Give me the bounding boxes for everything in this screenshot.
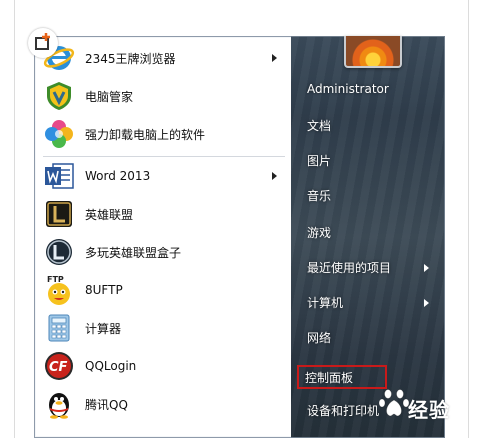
svg-text:CF: CF bbox=[49, 360, 68, 375]
music-link[interactable]: 音乐 bbox=[301, 184, 437, 208]
program-label: 强力卸载电脑上的软件 bbox=[85, 127, 206, 142]
right-item-label: 文档 bbox=[307, 119, 332, 133]
calculator-icon bbox=[43, 312, 75, 344]
pinwheel-icon bbox=[43, 118, 75, 150]
lol-icon bbox=[43, 198, 75, 230]
program-label: 腾讯QQ bbox=[85, 397, 128, 412]
qq-penguin-icon bbox=[43, 388, 75, 420]
word-icon bbox=[43, 160, 75, 192]
frame-left-line bbox=[14, 0, 15, 438]
program-item-uninstaller[interactable]: 强力卸载电脑上的软件 bbox=[41, 117, 287, 151]
program-label: QQLogin bbox=[85, 359, 137, 373]
right-item-label: 计算机 bbox=[307, 296, 344, 310]
right-item-label: 设备和打印机 bbox=[307, 404, 380, 418]
program-item-8uftp[interactable]: FTP 8UFTP bbox=[41, 273, 287, 307]
program-label: 电脑管家 bbox=[85, 89, 134, 104]
submenu-arrow-icon bbox=[424, 299, 429, 307]
program-item-2345-browser[interactable]: 2345王牌浏览器 bbox=[41, 41, 287, 75]
program-label: Word 2013 bbox=[85, 169, 151, 183]
computer-link[interactable]: 计算机 bbox=[301, 291, 437, 315]
network-link[interactable]: 网络 bbox=[301, 326, 437, 350]
crossfire-icon: CF bbox=[43, 350, 75, 382]
program-label: 8UFTP bbox=[85, 283, 123, 297]
program-list: 2345王牌浏览器 电脑管家 强力卸载电脑上的软件 Word 2013 英雄联盟… bbox=[34, 36, 294, 438]
control-panel-link[interactable]: 控制面板 bbox=[297, 365, 387, 389]
frame-right-line bbox=[468, 0, 469, 438]
program-item-lol[interactable]: 英雄联盟 bbox=[41, 197, 287, 231]
right-item-label: 游戏 bbox=[307, 226, 332, 240]
program-item-lol-box[interactable]: 多玩英雄联盟盒子 bbox=[41, 235, 287, 269]
program-item-tencent-qq[interactable]: 腾讯QQ bbox=[41, 387, 287, 421]
paw-logo-icon bbox=[378, 389, 410, 417]
start-menu: 2345王牌浏览器 电脑管家 强力卸载电脑上的软件 Word 2013 英雄联盟… bbox=[34, 36, 445, 438]
program-label: 多玩英雄联盟盒子 bbox=[85, 245, 182, 260]
submenu-arrow-icon bbox=[272, 172, 277, 180]
ftp-face-icon: FTP bbox=[43, 274, 75, 306]
right-item-label: Administrator bbox=[307, 82, 389, 96]
submenu-arrow-icon bbox=[272, 54, 277, 62]
right-item-label: 音乐 bbox=[307, 189, 332, 203]
program-item-word-2013[interactable]: Word 2013 bbox=[41, 159, 287, 193]
baidu-jingyan-watermark: 经验 bbox=[378, 382, 474, 426]
user-name-link[interactable]: Administrator bbox=[301, 77, 437, 101]
user-avatar[interactable] bbox=[344, 36, 402, 68]
program-label: 英雄联盟 bbox=[85, 207, 134, 222]
documents-link[interactable]: 文档 bbox=[301, 114, 437, 138]
svg-text:FTP: FTP bbox=[47, 275, 64, 284]
program-item-qqlogin[interactable]: CF QQLogin bbox=[41, 349, 287, 383]
program-list-divider bbox=[43, 156, 285, 157]
right-links-panel: Administrator 文档 图片 音乐 游戏 最近使用的项目 计算机 网络… bbox=[291, 36, 445, 438]
program-item-calculator[interactable]: 计算器 bbox=[41, 311, 287, 345]
submenu-arrow-icon bbox=[424, 264, 429, 272]
right-item-label: 控制面板 bbox=[305, 371, 354, 385]
program-item-pc-manager[interactable]: 电脑管家 bbox=[41, 79, 287, 113]
games-link[interactable]: 游戏 bbox=[301, 221, 437, 245]
program-label: 2345王牌浏览器 bbox=[85, 51, 176, 66]
recent-items-link[interactable]: 最近使用的项目 bbox=[301, 256, 437, 280]
program-label: 计算器 bbox=[85, 321, 122, 336]
lol-box-icon bbox=[43, 236, 75, 268]
watermark-text: 经验 bbox=[408, 398, 450, 422]
shield-icon bbox=[43, 80, 75, 112]
pictures-link[interactable]: 图片 bbox=[301, 149, 437, 173]
right-item-label: 最近使用的项目 bbox=[307, 261, 392, 275]
right-item-label: 网络 bbox=[307, 331, 332, 345]
right-item-label: 图片 bbox=[307, 154, 332, 168]
capture-add-icon bbox=[28, 28, 58, 58]
